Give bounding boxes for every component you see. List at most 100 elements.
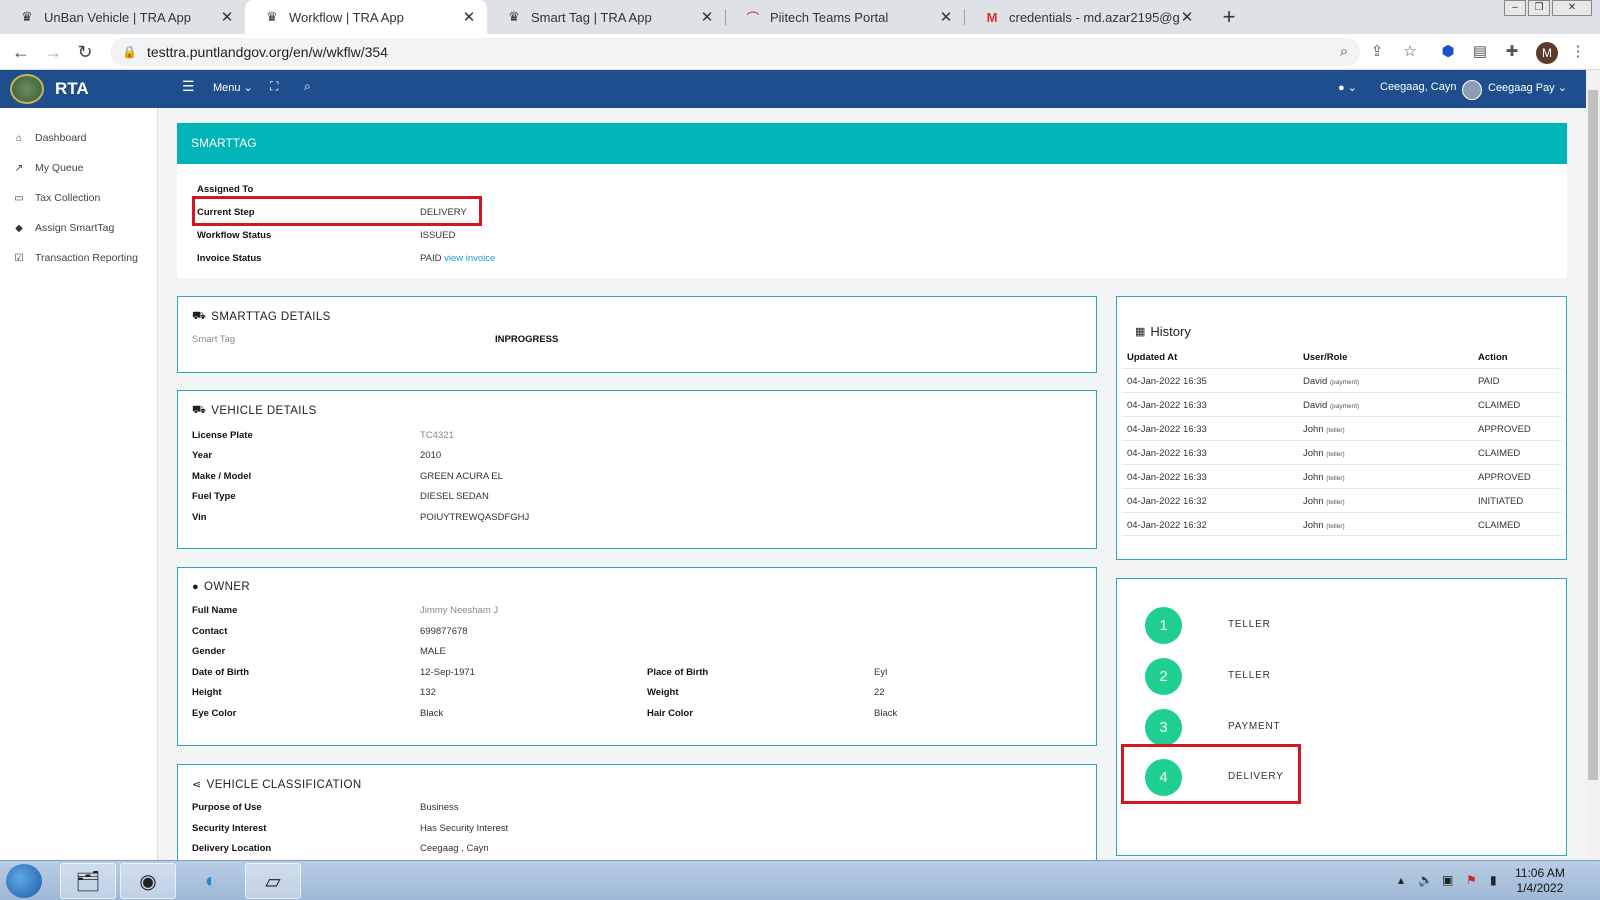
- share-icon[interactable]: ⇪: [1367, 42, 1387, 62]
- page-scrollbar[interactable]: [1586, 70, 1600, 860]
- current-step-highlight: [192, 196, 482, 226]
- bookmark-star-icon[interactable]: ☆: [1400, 42, 1420, 62]
- security-interest-value: Has Security Interest: [420, 823, 509, 834]
- search-icon[interactable]: ⌕: [304, 79, 311, 94]
- smarttag-details-card: [177, 296, 1097, 373]
- full-name-label: Full Name: [192, 605, 238, 616]
- license-plate-value: TC4321: [420, 430, 454, 441]
- clipboard-extension-icon[interactable]: ▤: [1470, 42, 1490, 62]
- tab-title: Smart Tag | TRA App: [531, 9, 652, 25]
- sidebar-item-assign-smarttag[interactable]: ◆ Assign SmartTag: [12, 222, 114, 234]
- table-row: 04-Jan-2022 16:33 David (payment) CLAIME…: [1122, 392, 1562, 416]
- hamburger-menu-icon[interactable]: ☰: [182, 78, 195, 95]
- sidebar-item-tax-collection[interactable]: ▭ Tax Collection: [12, 192, 100, 204]
- network-signal-icon[interactable]: ▮: [1490, 873, 1497, 887]
- view-invoice-link[interactable]: view invoice: [444, 253, 495, 264]
- new-tab-button[interactable]: +: [1216, 4, 1242, 30]
- tra-app-favicon-icon: ♛: [21, 9, 33, 24]
- menu-dropdown[interactable]: Menu ⌄: [213, 81, 253, 94]
- browser-tab-smart-tag[interactable]: ♛ Smart Tag | TRA App ✕: [487, 0, 725, 34]
- sidebar-item-transaction-reporting[interactable]: ☑ Transaction Reporting: [12, 252, 138, 264]
- restore-window-button[interactable]: ❐: [1528, 0, 1550, 16]
- owner-card: [177, 567, 1097, 746]
- zoom-icon[interactable]: ⌕: [1334, 42, 1354, 62]
- fullscreen-icon[interactable]: ⛶: [270, 79, 278, 94]
- license-plate-label: License Plate: [192, 430, 253, 441]
- step-number-badge: 2: [1145, 658, 1182, 695]
- notepad-icon[interactable]: ▱: [245, 863, 301, 899]
- windows-start-button[interactable]: [6, 864, 42, 898]
- delivery-location-label: Delivery Location: [192, 843, 272, 854]
- calendar-icon: ▦: [1135, 326, 1146, 338]
- file-explorer-icon[interactable]: 🗂: [60, 863, 116, 899]
- section-title-text: OWNER: [204, 581, 251, 593]
- assigned-to-label: Assigned To: [197, 184, 254, 195]
- history-user-role: (payment): [1329, 379, 1360, 386]
- browser-tab-strip: ♛ UnBan Vehicle | TRA App ✕ ♛ Workflow |…: [0, 0, 1600, 34]
- section-title-text: History: [1150, 324, 1191, 339]
- eye-color-label: Eye Color: [192, 708, 237, 719]
- purpose-value: Business: [420, 802, 459, 813]
- table-row: 04-Jan-2022 16:32 John (teller) INITIATE…: [1122, 488, 1562, 512]
- table-row: 04-Jan-2022 16:33 John (teller) APPROVED: [1122, 464, 1562, 488]
- tab-title: Workflow | TRA App: [289, 9, 404, 25]
- history-action: CLAIMED: [1478, 520, 1521, 531]
- action-center-flag-icon[interactable]: ⚑: [1466, 873, 1477, 887]
- browser-tab-piitech-teams[interactable]: ⌒ Piitech Teams Portal ✕: [726, 0, 964, 34]
- tab-title: Piitech Teams Portal: [770, 9, 889, 25]
- device-icon[interactable]: ▣: [1442, 873, 1453, 887]
- close-tab-icon[interactable]: ✕: [1179, 8, 1195, 26]
- history-user: John (teller): [1303, 496, 1345, 507]
- account-avatar[interactable]: [1462, 80, 1482, 100]
- edge-icon[interactable]: ◐: [183, 863, 239, 899]
- home-icon: ⌂: [15, 132, 23, 144]
- history-action: APPROVED: [1478, 424, 1531, 435]
- close-tab-icon[interactable]: ✕: [461, 8, 477, 26]
- history-user-role: (teller): [1326, 451, 1345, 458]
- history-user-name: David: [1303, 376, 1328, 387]
- chrome-icon[interactable]: ◉: [120, 863, 176, 899]
- history-user-name: John: [1303, 472, 1324, 483]
- show-hidden-icons-icon[interactable]: ▴: [1398, 873, 1404, 887]
- minimize-window-button[interactable]: –: [1504, 0, 1526, 16]
- section-title-text: VEHICLE CLASSIFICATION: [206, 778, 362, 791]
- sidebar-item-label: Assign SmartTag: [35, 222, 115, 234]
- address-bar[interactable]: 🔒 testtra.puntlandgov.org/en/w/wkflw/354: [110, 38, 1360, 66]
- lock-icon: 🔒: [122, 45, 137, 59]
- reload-icon[interactable]: ↻: [74, 41, 96, 63]
- shield-extension-icon[interactable]: ⬢: [1438, 42, 1458, 62]
- history-col-user-role: User/Role: [1303, 352, 1348, 363]
- taskbar-clock[interactable]: 11:06 AM 1/4/2022: [1515, 866, 1565, 896]
- history-user: David (payment): [1303, 400, 1359, 411]
- browser-tab-unban-vehicle[interactable]: ♛ UnBan Vehicle | TRA App ✕: [0, 0, 245, 34]
- sidebar-item-dashboard[interactable]: ⌂ Dashboard: [12, 132, 86, 144]
- scrollbar-thumb[interactable]: [1588, 90, 1598, 780]
- user-dropdown[interactable]: ● ⌄: [1338, 81, 1357, 94]
- puzzle-extensions-icon[interactable]: ✚: [1502, 42, 1522, 62]
- sidebar-item-label: Tax Collection: [35, 192, 101, 204]
- invoice-status-value: PAID: [420, 253, 442, 264]
- browser-tab-workflow[interactable]: ♛ Workflow | TRA App ✕: [245, 0, 487, 34]
- fuel-type-label: Fuel Type: [192, 491, 236, 502]
- close-tab-icon[interactable]: ✕: [699, 8, 715, 26]
- account-dropdown[interactable]: Ceegaag Pay ⌄: [1488, 81, 1567, 94]
- volume-icon[interactable]: 🔈: [1418, 873, 1433, 887]
- history-updated-at: 04-Jan-2022 16:35: [1127, 376, 1207, 387]
- history-user-name: John: [1303, 496, 1324, 507]
- history-updated-at: 04-Jan-2022 16:33: [1127, 472, 1207, 483]
- chevron-down-icon: ⌄: [1557, 82, 1567, 94]
- gender-label: Gender: [192, 646, 226, 657]
- forward-arrow-icon[interactable]: →: [42, 41, 64, 63]
- step-label: PAYMENT: [1228, 721, 1281, 732]
- close-window-button[interactable]: ✕: [1552, 0, 1592, 16]
- smarttag-title: SMARTTAG: [177, 123, 1567, 164]
- close-tab-icon[interactable]: ✕: [938, 8, 954, 26]
- chevron-down-icon: ⌄: [243, 82, 253, 94]
- profile-avatar[interactable]: M: [1536, 42, 1558, 64]
- back-arrow-icon[interactable]: ←: [10, 41, 32, 63]
- close-tab-icon[interactable]: ✕: [219, 8, 235, 26]
- history-updated-at: 04-Jan-2022 16:33: [1127, 448, 1207, 459]
- sidebar-item-my-queue[interactable]: ↗ My Queue: [12, 162, 84, 174]
- browser-tab-gmail[interactable]: M credentials - md.azar2195@gmai ✕: [965, 0, 1205, 34]
- kebab-menu-icon[interactable]: ⋮: [1568, 42, 1588, 62]
